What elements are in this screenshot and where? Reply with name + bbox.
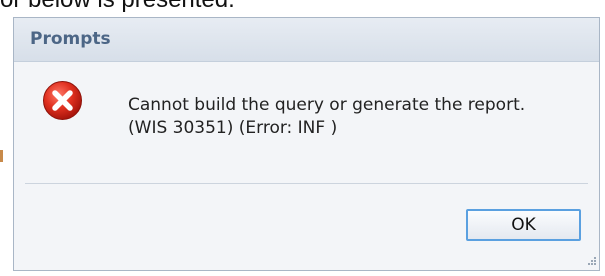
- dialog-titlebar[interactable]: Prompts: [14, 18, 599, 62]
- prompts-dialog: Prompts Cannot build the query or genera…: [13, 17, 600, 271]
- background-text: or below is presented.: [0, 0, 235, 14]
- background-fragment: [0, 150, 3, 162]
- resize-grip-icon[interactable]: [585, 256, 597, 268]
- ok-button[interactable]: OK: [466, 209, 581, 241]
- divider: [25, 183, 588, 184]
- dialog-title: Prompts: [30, 29, 111, 49]
- error-message: Cannot build the query or generate the r…: [128, 95, 526, 138]
- error-icon: [43, 81, 82, 120]
